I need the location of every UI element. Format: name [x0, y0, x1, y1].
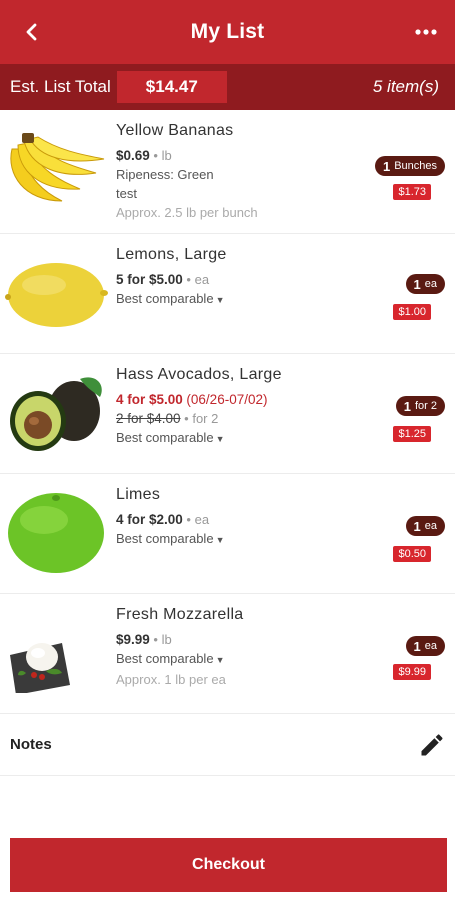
bananas-image [4, 124, 108, 214]
item-subtotal: $1.00 [393, 304, 431, 320]
edit-notes-button[interactable] [415, 728, 449, 762]
app-header: My List [0, 0, 455, 64]
item-info: Fresh Mozzarella $9.99 • lb Best compara… [116, 606, 356, 689]
regular-price: 2 for $4.00 [116, 411, 181, 426]
item-count: 5 item(s) [372, 77, 439, 96]
item-name: Limes [116, 486, 161, 503]
quantity-unit: ea [424, 640, 437, 652]
item-unit: • for 2 [184, 411, 219, 426]
item-info: Lemons, Large 5 for $5.00 • ea Best comp… [116, 246, 356, 310]
page-title: My List [190, 20, 265, 43]
list-item[interactable]: Hass Avocados, Large 4 for $5.00 (06/26-… [0, 354, 455, 474]
item-name: Hass Avocados, Large [116, 366, 282, 383]
avocado-image [4, 368, 108, 458]
quantity-pill[interactable]: 1 for 2 [395, 396, 445, 416]
more-options-button[interactable] [411, 20, 441, 44]
item-unit: • ea [186, 512, 210, 527]
best-comparable-dropdown[interactable]: Best comparable ▼ [116, 289, 356, 310]
quantity-pill[interactable]: 1 Bunches [374, 156, 445, 176]
item-info: Limes 4 for $2.00 • ea Best comparable ▼ [116, 486, 356, 550]
pencil-icon [421, 734, 443, 756]
quantity-unit: ea [424, 278, 437, 290]
item-price: $9.99 [116, 632, 150, 647]
item-name: Yellow Bananas [116, 122, 234, 139]
quantity-pill[interactable]: 1 ea [405, 636, 445, 656]
item-info: Hass Avocados, Large 4 for $5.00 (06/26-… [116, 366, 356, 449]
item-unit: • lb [153, 148, 172, 163]
back-button[interactable] [20, 18, 44, 46]
list-item[interactable]: Limes 4 for $2.00 • ea Best comparable ▼ … [0, 474, 455, 594]
quantity-pill[interactable]: 1 ea [405, 274, 445, 294]
item-subtotal: $0.50 [393, 546, 431, 562]
item-name: Fresh Mozzarella [116, 606, 244, 623]
chevron-down-icon: ▼ [215, 295, 225, 305]
best-comparable-dropdown[interactable]: Best comparable ▼ [116, 428, 356, 449]
quantity-number: 1 [413, 276, 421, 292]
quantity-unit: for 2 [414, 400, 437, 412]
list-total-bar: Est. List Total $14.47 5 item(s) [0, 64, 455, 110]
notes-label: Notes [10, 736, 52, 753]
item-price: 4 for $2.00 [116, 512, 183, 527]
item-info: Yellow Bananas $0.69 • lb Ripeness: Gree… [116, 122, 356, 222]
quantity-number: 1 [413, 518, 421, 534]
item-subtotal: $9.99 [393, 664, 431, 680]
item-price: 5 for $5.00 [116, 272, 183, 287]
quantity-pill[interactable]: 1 ea [405, 516, 445, 536]
quantity-number: 1 [403, 398, 411, 414]
total-label: Est. List Total [10, 77, 111, 96]
notes-row[interactable]: Notes [0, 714, 455, 776]
item-approx: Approx. 2.5 lb per bunch [116, 205, 258, 220]
quantity-number: 1 [413, 638, 421, 654]
list-item[interactable]: Yellow Bananas $0.69 • lb Ripeness: Gree… [0, 110, 455, 234]
chevron-down-icon: ▼ [215, 535, 225, 545]
sale-price: 4 for $5.00 [116, 392, 183, 407]
checkout-button[interactable]: Checkout [10, 838, 447, 892]
sale-dates: (06/26-07/02) [186, 392, 268, 407]
item-subtotal: $1.73 [393, 184, 431, 200]
more-dots-icon [415, 29, 437, 35]
item-price: $0.69 [116, 148, 150, 163]
item-unit: • lb [153, 632, 172, 647]
best-comparable-dropdown[interactable]: Best comparable ▼ [116, 649, 356, 670]
item-ripeness: Ripeness: Green [116, 167, 214, 182]
best-comparable-dropdown[interactable]: Best comparable ▼ [116, 529, 356, 550]
item-approx: Approx. 1 lb per ea [116, 672, 226, 687]
mozzarella-image [4, 608, 108, 698]
list-item[interactable]: Fresh Mozzarella $9.99 • lb Best compara… [0, 594, 455, 714]
list-item[interactable]: Lemons, Large 5 for $5.00 • ea Best comp… [0, 234, 455, 354]
chevron-left-icon [26, 23, 37, 41]
chevron-down-icon: ▼ [215, 655, 225, 665]
total-amount: $14.47 [116, 71, 227, 103]
item-unit: • ea [186, 272, 210, 287]
chevron-down-icon: ▼ [215, 434, 225, 444]
item-subtotal: $1.25 [393, 426, 431, 442]
item-name: Lemons, Large [116, 246, 227, 263]
quantity-unit: Bunches [394, 160, 437, 172]
lime-image [4, 488, 108, 578]
shopping-list: Yellow Bananas $0.69 • lb Ripeness: Gree… [0, 110, 455, 714]
quantity-number: 1 [382, 158, 391, 174]
item-note: test [116, 186, 137, 201]
quantity-unit: ea [424, 520, 437, 532]
lemon-image [4, 248, 108, 338]
